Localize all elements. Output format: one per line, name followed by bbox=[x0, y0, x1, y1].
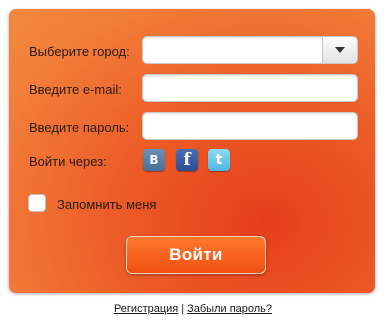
register-link[interactable]: Регистрация bbox=[114, 303, 178, 315]
facebook-icon[interactable]: f bbox=[176, 149, 198, 171]
login-button[interactable]: Войти bbox=[126, 236, 266, 274]
footer-links: Регистрация | Забыли пароль? bbox=[0, 303, 386, 315]
remember-label: Запомнить меня bbox=[57, 197, 157, 212]
social-login-label: Войти через: bbox=[29, 154, 107, 169]
email-field[interactable] bbox=[142, 74, 358, 102]
password-field[interactable] bbox=[142, 112, 358, 140]
password-label: Введите пароль: bbox=[29, 120, 130, 135]
forgot-password-link[interactable]: Забыли пароль? bbox=[187, 303, 272, 315]
email-label: Введите e-mail: bbox=[29, 82, 122, 97]
login-panel: Выберите город: Введите e-mail: Введите … bbox=[9, 9, 375, 293]
vk-icon[interactable]: B bbox=[143, 149, 165, 171]
footer-separator: | bbox=[181, 303, 185, 315]
twitter-icon[interactable]: t bbox=[208, 149, 230, 171]
chevron-down-icon[interactable] bbox=[322, 37, 357, 63]
city-select[interactable] bbox=[142, 36, 358, 64]
city-label: Выберите город: bbox=[29, 44, 130, 59]
remember-checkbox[interactable] bbox=[28, 194, 46, 212]
